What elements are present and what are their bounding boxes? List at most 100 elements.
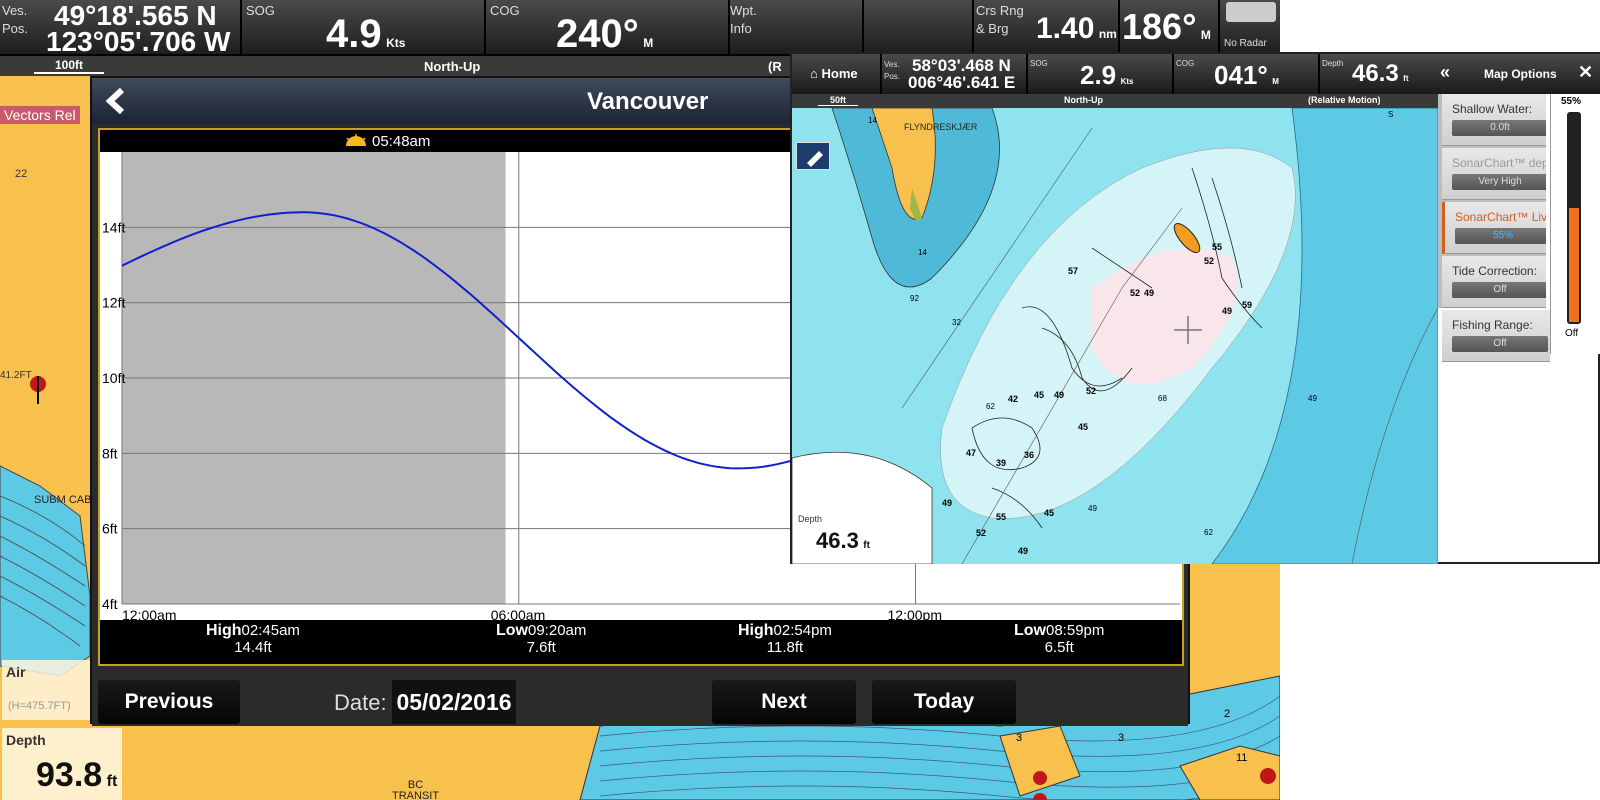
tide-event-1-height: 14.4ft [234, 639, 272, 656]
depth-label-41: 41.2FT [0, 370, 32, 381]
sounding-52b: 52 [1204, 256, 1215, 266]
inset-position-cell[interactable]: Ves. Pos. 58°03'.468 N 006°46'.641 E [882, 54, 1028, 94]
sounding-62: 62 [986, 402, 995, 411]
back-button[interactable] [98, 84, 134, 118]
sounding-s: S [1388, 110, 1394, 119]
option-sonarchart-depth-label: SonarChart™ dep [1452, 156, 1546, 170]
sounding-59: 59 [1242, 300, 1253, 310]
slider-value: 55% [1561, 96, 1582, 107]
inset-lon: 006°46'.641 E [908, 73, 1016, 92]
crs-rng-cell[interactable]: Crs Rng & Brg 1.40 nm [974, 0, 1120, 56]
cog-label: COG [490, 3, 520, 18]
bc-transit-label: BC TRANSIT [392, 780, 439, 800]
range-number: 1.40 [1036, 12, 1095, 45]
inset-orientation[interactable]: North-Up [1064, 95, 1103, 105]
option-sonarchart-depth[interactable]: SonarChart™ dep Very High [1442, 148, 1546, 200]
bearing-cell[interactable]: 186° M [1120, 0, 1220, 56]
inset-depth-value: 46.3 [816, 528, 859, 553]
today-button[interactable]: Today [872, 680, 1016, 724]
inset-cog-cell[interactable]: COG 041° M [1174, 54, 1320, 94]
inset-motion[interactable]: (Relative Motion) [1308, 95, 1381, 105]
tide-event-2-type: Low [496, 622, 528, 639]
inset-chart-map[interactable]: FLYNDRESKJÆR 57 52 49 55 52 59 49 42 45 … [792, 108, 1438, 564]
wpt-cell-2[interactable] [864, 0, 974, 56]
inset-sog-unit: Kts [1120, 77, 1134, 86]
depth-box: Depth 93.8 ft [2, 728, 122, 800]
air-box: Air (H=475.7FT) [2, 660, 90, 720]
tide-event-2-height: 7.6ft [526, 639, 556, 656]
option-sonarchart-live[interactable]: SonarChart™ Live 55% [1442, 202, 1546, 254]
option-sonarchart-depth-value: Very High [1452, 174, 1546, 190]
wpt-cell[interactable]: Wpt. Info [730, 0, 864, 56]
slider-track[interactable] [1567, 112, 1581, 324]
layer-button[interactable] [796, 142, 830, 170]
inset-depth-cell-label: Depth [1322, 59, 1344, 68]
bearing-value: 186° M [1122, 6, 1211, 48]
depth-unit: ft [106, 773, 118, 790]
tide-event-1: High02:45am 14.4ft [206, 622, 300, 656]
next-button[interactable]: Next [712, 680, 856, 724]
sounding-42: 42 [1008, 394, 1019, 404]
tide-events-bar: High02:45am 14.4ft Low09:20am 7.6ft High… [100, 620, 1182, 664]
sounding-45: 45 [1034, 390, 1045, 400]
y-tick-label: 8ft [102, 445, 118, 461]
tide-station-title: Vancouver [587, 88, 709, 115]
bearing-unit: M [1200, 28, 1211, 42]
radar-icon [1226, 2, 1276, 22]
range-value: 1.40 nm [1036, 12, 1117, 46]
tide-footer: Previous Date: 05/02/2016 Next Today [92, 674, 1188, 726]
option-sonarchart-live-value: 55% [1455, 228, 1546, 244]
inset-depth-wrap: 46.3 ft [816, 528, 870, 554]
sounding-49g: 49 [1308, 394, 1317, 403]
sounding-92: 92 [910, 294, 919, 303]
sunrise-time: 05:48am [372, 133, 431, 150]
previous-button[interactable]: Previous [98, 680, 240, 724]
option-shallow-water[interactable]: Shallow Water: 0.0ft [1442, 94, 1546, 146]
sounding-49: 49 [1144, 288, 1155, 298]
slider-panel: 55% Off [1550, 94, 1600, 354]
collapse-button[interactable]: « [1440, 62, 1450, 83]
inset-sog-label: SOG [1030, 59, 1048, 68]
wpt-label-1: Wpt. [730, 3, 757, 18]
inset-depth-cell-unit: ft [1403, 74, 1409, 83]
map-options-panel: « Map Options ✕ Shallow Water: 0.0ft Son… [1438, 54, 1600, 564]
sounding-52: 52 [1130, 288, 1141, 298]
sounding-55b: 55 [996, 512, 1007, 522]
tide-event-1-head: High02:45am [206, 622, 300, 639]
orientation-label[interactable]: North-Up [424, 59, 480, 74]
sounding-49f: 49 [1088, 504, 1097, 513]
inset-scale: 50ft [818, 95, 858, 106]
map-options-title: Map Options [1484, 67, 1557, 81]
tide-event-3-height: 11.8ft [766, 639, 804, 656]
pos-label-2: Pos. [2, 21, 29, 36]
chevron-left-icon [105, 87, 125, 115]
sounding-52d: 52 [976, 528, 987, 538]
option-tide-correction[interactable]: Tide Correction: Off [1442, 256, 1546, 308]
option-fishing-range[interactable]: Fishing Range: Off [1442, 310, 1550, 362]
inset-depth-cell-value: 46.3 [1352, 60, 1399, 87]
close-icon: ✕ [1578, 62, 1594, 82]
sog-cell[interactable]: SOG 4.9 Kts [242, 0, 486, 56]
tide-event-1-type: High [206, 622, 242, 639]
y-tick-label: 4ft [102, 596, 118, 612]
home-icon: ⌂ [810, 66, 818, 81]
air-label: Air [6, 664, 26, 680]
home-label: Home [821, 66, 858, 81]
y-tick-label: 6ft [102, 521, 118, 537]
motion-label[interactable]: (R [768, 59, 782, 74]
double-chevron-left-icon: « [1440, 62, 1451, 82]
home-button[interactable]: ⌂ Home [792, 54, 882, 94]
inset-depth-cell[interactable]: Depth 46.3 ft [1320, 54, 1438, 94]
inset-depth-box: Depth 46.3 ft [794, 510, 872, 562]
option-sonarchart-live-label: SonarChart™ Live [1455, 210, 1546, 224]
depth-label: Depth [6, 732, 46, 748]
inset-sog-cell[interactable]: SOG 2.9 Kts [1028, 54, 1174, 94]
cog-value: 240° M [556, 12, 653, 57]
radar-cell[interactable]: No Radar [1220, 0, 1280, 56]
position-cell[interactable]: Ves. Pos. 49°18'.565 N 123°05'.706 W [0, 0, 242, 57]
cog-cell[interactable]: COG 240° M [486, 0, 730, 56]
date-value[interactable]: 05/02/2016 [392, 680, 516, 724]
air-height: (H=475.7FT) [8, 700, 71, 712]
sounding-14b: 14 [868, 116, 877, 125]
close-button[interactable]: ✕ [1578, 62, 1593, 83]
